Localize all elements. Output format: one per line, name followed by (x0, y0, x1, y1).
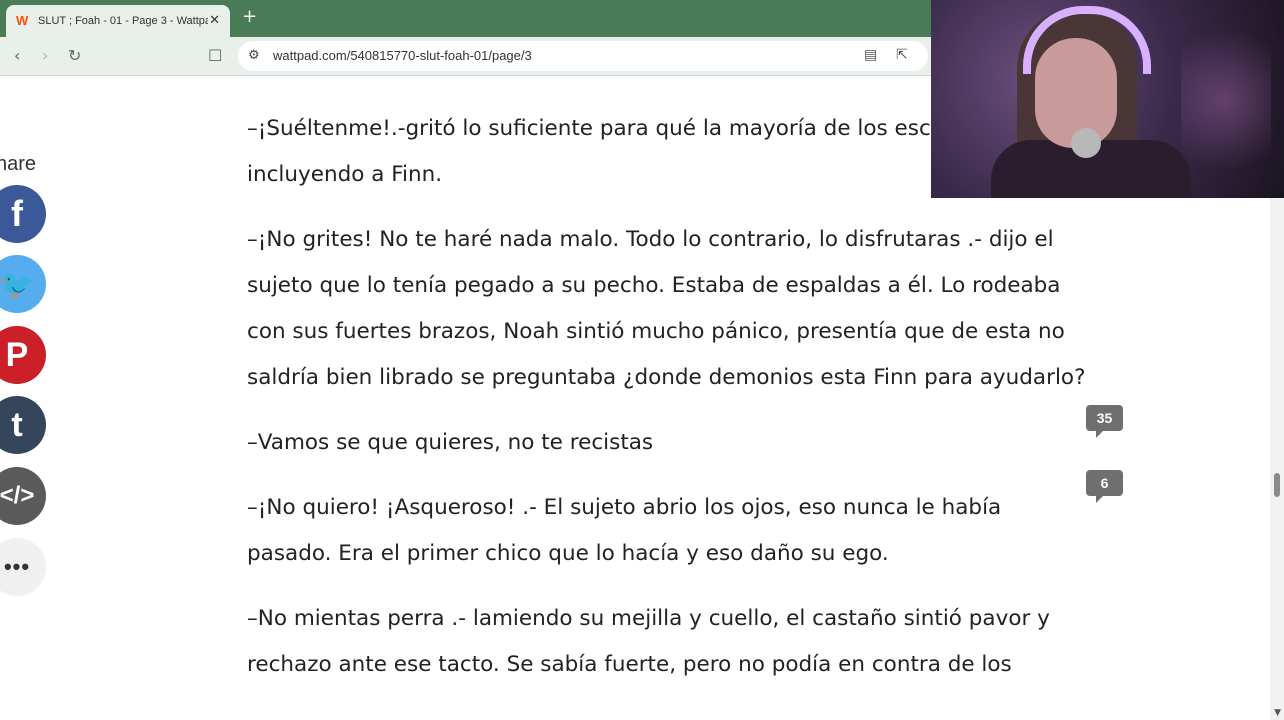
twitter-bird-icon: 🐦 (0, 268, 35, 300)
scrollbar-thumb[interactable] (1274, 473, 1280, 497)
reload-icon[interactable]: ↻ (68, 46, 81, 66)
bookmark-icon[interactable]: ☐ (208, 46, 222, 66)
inline-comment-count-button[interactable]: 35 (1086, 405, 1123, 438)
tab-title: SLUT ; Foah - 01 - Page 3 - Wattpad (38, 15, 208, 27)
pinterest-share-button[interactable]: P (0, 326, 46, 384)
webcam-overlay (931, 0, 1284, 198)
facebook-share-button[interactable]: f (0, 185, 46, 243)
forward-arrow-icon[interactable]: › (42, 46, 48, 66)
inline-comment-count-button[interactable]: 6 (1086, 470, 1123, 503)
address-bar[interactable]: ⚙ wattpad.com/540815770-slut-foah-01/pag… (238, 41, 928, 71)
close-tab-icon[interactable]: ✕ (209, 13, 220, 28)
scroll-down-arrow-icon[interactable]: ▼ (1274, 708, 1281, 718)
new-tab-button[interactable]: + (242, 8, 257, 26)
share-icon[interactable]: ⇱ (896, 47, 908, 63)
back-arrow-icon[interactable]: ‹ (14, 46, 20, 66)
story-paragraph: –¡No quiero! ¡Asqueroso! .- El sujeto ab… (247, 495, 1002, 566)
wattpad-favicon-icon: W (16, 13, 29, 28)
webcam-ambient-light (1181, 10, 1271, 190)
tumblr-share-button[interactable]: t (0, 396, 46, 454)
story-paragraph: –¡No grites! No te haré nada malo. Todo … (247, 227, 1086, 390)
story-paragraph: –No mientas perra .- lamiendo su mejilla… (247, 606, 1050, 677)
more-share-button[interactable]: ••• (0, 538, 46, 596)
browser-tab-active[interactable]: W SLUT ; Foah - 01 - Page 3 - Wattpad ✕ (6, 5, 230, 37)
site-settings-icon[interactable]: ⚙ (248, 48, 260, 63)
embed-share-button[interactable]: </> (0, 467, 46, 525)
url-text[interactable]: wattpad.com/540815770-slut-foah-01/page/… (273, 48, 532, 63)
reader-mode-icon[interactable]: ▤ (864, 47, 877, 63)
microphone-icon (1071, 128, 1101, 158)
embed-code-icon: </> (0, 482, 35, 509)
share-label: hare (0, 153, 37, 175)
twitter-share-button[interactable]: 🐦 (0, 255, 46, 313)
story-paragraph: –Vamos se que quieres, no te recistas (247, 430, 654, 455)
facebook-icon: f (11, 193, 23, 234)
tumblr-icon: t (11, 405, 23, 444)
more-dots-icon: ••• (3, 554, 31, 579)
pinterest-icon: P (5, 335, 29, 374)
